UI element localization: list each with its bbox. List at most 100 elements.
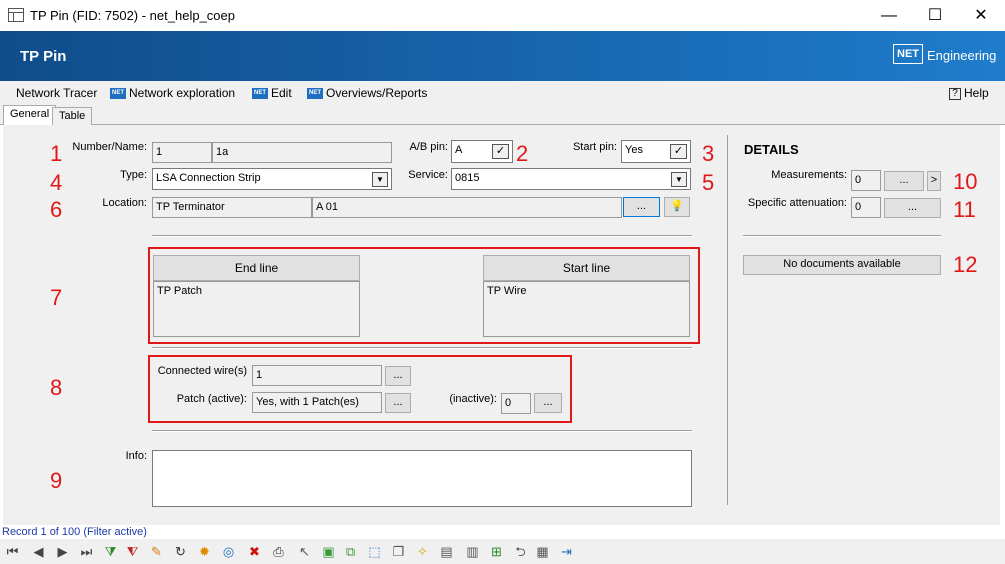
documents-button[interactable]: No documents available — [743, 255, 941, 275]
prev-record-icon[interactable]: ◀ — [30, 543, 47, 560]
service-label: Service: — [408, 169, 448, 181]
net-icon: NET — [110, 88, 126, 100]
patch-active-browse-button[interactable]: ... — [385, 393, 411, 413]
measurements-field[interactable]: 0 — [851, 170, 881, 191]
filter-add-icon[interactable]: ⧩ — [102, 543, 119, 560]
start-pin-check-icon[interactable]: ✓ — [670, 144, 687, 159]
patch-active-field[interactable]: Yes, with 1 Patch(es) — [252, 392, 382, 413]
annotation-number: 4 — [50, 170, 63, 195]
tab-general[interactable]: General — [3, 105, 57, 126]
menu-label: Help — [964, 86, 989, 100]
location-browse-button[interactable]: ... — [623, 197, 660, 217]
location-field-2[interactable]: A 01 — [312, 197, 622, 218]
start-pin-value: Yes — [625, 144, 643, 156]
measurements-label: Measurements: — [771, 169, 847, 181]
annotation-number: 3 — [702, 141, 715, 166]
specific-attenuation-field[interactable]: 0 — [851, 197, 881, 218]
select-area-icon[interactable]: ⬚ — [366, 543, 383, 560]
measurements-browse-button[interactable]: ... — [884, 171, 924, 191]
document-icon[interactable]: ▤ — [438, 543, 455, 560]
duplicate-icon[interactable]: ❐ — [390, 543, 407, 560]
document-search-icon[interactable]: ▥ — [464, 543, 481, 560]
connected-wires-label: Connected wire(s) — [157, 365, 247, 377]
number-name-label: Number/Name: — [72, 141, 147, 153]
annotation-number: 10 — [953, 169, 978, 194]
help-icon: ? — [949, 87, 961, 100]
end-line-list[interactable]: TP Patch — [153, 281, 360, 337]
separator — [152, 347, 692, 349]
form-title: TP Pin — [20, 48, 67, 65]
annotation-number: 8 — [50, 375, 63, 400]
type-label: Type: — [120, 169, 147, 181]
select-pointer-icon[interactable]: ↖ — [296, 543, 313, 560]
cube-icon[interactable]: ▣ — [320, 543, 337, 560]
delete-icon[interactable]: ✖ — [246, 543, 263, 560]
annotation-number: 7 — [50, 285, 63, 310]
annotation-number: 5 — [702, 170, 715, 195]
tab-table[interactable]: Table — [52, 107, 93, 126]
minimize-button[interactable]: — — [866, 0, 912, 31]
last-record-icon[interactable]: ⏭ — [78, 543, 95, 560]
menu-label: Edit — [271, 86, 292, 100]
net-icon: NET — [252, 88, 268, 100]
start-line-header-button[interactable]: Start line — [483, 255, 690, 281]
list-item[interactable]: TP Wire — [487, 285, 527, 297]
status-bar: Record 1 of 100 (Filter active) — [0, 525, 1005, 539]
new-document-icon[interactable]: ✧ — [414, 543, 431, 560]
print-icon[interactable]: ⎙ — [270, 543, 287, 560]
filter-remove-icon[interactable]: ⧨ — [124, 543, 141, 560]
net-icon: NET — [307, 88, 323, 100]
next-record-icon[interactable]: ▶ — [54, 543, 71, 560]
inactive-browse-button[interactable]: ... — [534, 393, 562, 413]
measurements-next-button[interactable]: > — [927, 171, 941, 191]
service-value: 0815 — [455, 172, 480, 184]
exit-icon[interactable]: ⇥ — [558, 543, 575, 560]
menu-help[interactable]: ? Help — [949, 86, 989, 100]
maximize-button[interactable]: ☐ — [912, 0, 958, 31]
ab-pin-value: A — [455, 144, 463, 156]
connected-wires-browse-button[interactable]: ... — [385, 366, 411, 386]
lightbulb-icon[interactable]: 💡 — [664, 197, 690, 217]
menu-edit[interactable]: NET Edit — [252, 86, 292, 100]
refresh-icon[interactable]: ↻ — [172, 543, 189, 560]
edit-pencil-icon[interactable]: ✎ — [148, 543, 165, 560]
menu-network-tracer[interactable]: Network Tracer — [16, 86, 97, 100]
chevron-down-icon[interactable]: ▼ — [671, 172, 687, 187]
service-select[interactable]: 0815 — [451, 168, 691, 190]
end-line-header-button[interactable]: End line — [153, 255, 360, 281]
window-title: TP Pin (FID: 7502) - net_help_coep — [30, 8, 235, 23]
type-value: LSA Connection Strip — [156, 172, 261, 184]
window-titlebar: TP Pin (FID: 7502) - net_help_coep — ☐ ✕ — [0, 0, 1005, 31]
record-toolbar: ⏮ ◀ ▶ ⏭ ⧩ ⧨ ✎ ↻ ✹ ◎ ✖ ⎙ ↖ ▣ ⧉ ⬚ ❐ ✧ ▤ ▥ ⊞ ⮌ ▦ ⇥ — [0, 539, 1005, 564]
number-field[interactable]: 1 — [152, 142, 212, 163]
copy-cube-icon[interactable]: ⧉ — [342, 543, 359, 560]
menu-network-exploration[interactable]: NET Network exploration — [110, 86, 235, 100]
first-record-icon[interactable]: ⏮ — [4, 543, 21, 560]
document-add-icon[interactable]: ⊞ — [488, 543, 505, 560]
type-select[interactable]: LSA Connection Strip — [152, 168, 392, 190]
location-field-1[interactable]: TP Terminator — [152, 197, 312, 218]
specific-attenuation-label: Specific attenuation: — [747, 197, 847, 209]
globe-icon[interactable]: ◎ — [220, 543, 237, 560]
annotation-number: 1 — [50, 141, 63, 166]
list-item[interactable]: TP Patch — [157, 285, 202, 297]
name-field[interactable]: 1a — [212, 142, 392, 163]
chevron-down-icon[interactable]: ▼ — [372, 172, 388, 187]
new-star-icon[interactable]: ✹ — [196, 543, 213, 560]
separator — [152, 235, 692, 237]
info-textarea[interactable] — [152, 450, 692, 507]
menu-bar: Network Tracer NET Network exploration NE… — [0, 81, 1005, 105]
connected-wires-field[interactable]: 1 — [252, 365, 382, 386]
close-button[interactable]: ✕ — [958, 0, 1004, 31]
specific-attenuation-browse-button[interactable]: ... — [884, 198, 941, 218]
general-tab-content: 1 2 3 4 5 6 7 8 9 10 11 12 Number/Name: … — [3, 125, 1000, 525]
network-icon[interactable]: ⮌ — [512, 543, 529, 560]
net-logo-icon: NET — [893, 44, 923, 64]
table-edit-icon[interactable]: ▦ — [534, 543, 551, 560]
form-header: TP Pin NET Engineering — [0, 31, 1005, 81]
start-line-list[interactable]: TP Wire — [483, 281, 690, 337]
annotation-number: 11 — [953, 197, 976, 222]
inactive-field[interactable]: 0 — [501, 393, 531, 414]
ab-pin-check-icon[interactable]: ✓ — [492, 144, 509, 159]
menu-overviews-reports[interactable]: NET Overviews/Reports — [307, 86, 427, 100]
